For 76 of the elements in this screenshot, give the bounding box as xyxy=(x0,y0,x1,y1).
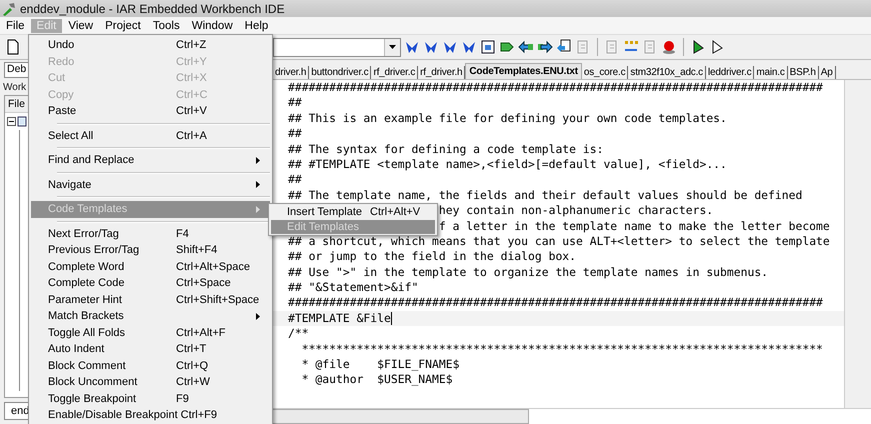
code-line: ## a shortcut, which means that you can use ALT+<letter> to select the template xyxy=(288,234,830,248)
submenu-arrow-icon xyxy=(256,181,260,188)
file-tab[interactable]: BSP.h xyxy=(788,66,819,79)
menu-item[interactable]: Undo Ctrl+Z xyxy=(31,37,270,54)
left-arrow-icon[interactable] xyxy=(518,39,534,55)
submenu-arrow-icon xyxy=(256,206,260,213)
file-tab[interactable]: stm32f10x_adc.c xyxy=(628,66,706,79)
code-line: ## xyxy=(288,95,302,110)
code-line: ## xyxy=(288,126,302,140)
new-file-icon[interactable] xyxy=(6,39,20,55)
code-line: ## or jump to the field in the dialog box. xyxy=(288,249,576,264)
code-line: ## The syntax for defining a code template is: xyxy=(288,142,604,156)
window-icon[interactable] xyxy=(480,39,496,55)
file-tab[interactable]: leddriver.c xyxy=(706,66,754,79)
project-icon xyxy=(17,116,27,127)
file-tab[interactable]: os_core.c xyxy=(582,66,628,79)
file-tab[interactable]: Ap xyxy=(818,66,836,79)
menu-item[interactable]: Auto Indent Ctrl+T xyxy=(31,341,270,358)
bookmark-icon[interactable] xyxy=(442,39,458,55)
menu-item[interactable]: Find and Replace xyxy=(31,152,270,168)
menu-item[interactable]: Match Brackets xyxy=(31,308,270,324)
code-line: /** xyxy=(288,326,309,340)
window-title: enddev_module - IAR Embedded Workbench IDE xyxy=(20,2,285,16)
submenu-arrow-icon xyxy=(256,156,260,164)
menu-item[interactable]: Toggle All Folds Ctrl+Alt+F xyxy=(31,324,270,341)
menu-item[interactable]: Insert Template Ctrl+Alt+V xyxy=(271,205,435,220)
bookmark-icon[interactable] xyxy=(404,39,420,55)
menu-item[interactable]: Paste Ctrl+V xyxy=(31,103,270,120)
code-line: f a letter in the template name to make the letter become xyxy=(438,218,830,233)
code-line: * @author $USER_NAME$ xyxy=(300,372,453,386)
submenu-arrow-icon xyxy=(256,312,260,320)
code-line: ############################################################################## xyxy=(288,80,823,94)
code-line: **************************************************************************** xyxy=(300,342,823,356)
code-line: ## xyxy=(288,172,302,186)
bookmark-icon[interactable] xyxy=(461,39,477,55)
menu-item[interactable]: View xyxy=(62,18,100,32)
menu-item[interactable]: File xyxy=(0,18,31,32)
menu-item[interactable]: Tools xyxy=(146,18,186,32)
code-line: ## #TEMPLATE <template name>,<field>[=default value], <field>... xyxy=(288,156,727,171)
workspace-title: Work xyxy=(2,82,24,93)
file-tab[interactable]: rf_driver.h xyxy=(418,66,466,79)
menu-item[interactable]: Previous Error/Tag Shift+F4 xyxy=(31,242,270,258)
code-line: ## This is an example file for defining your own code templates. xyxy=(288,110,727,125)
menu-item[interactable]: Help xyxy=(238,18,274,32)
file-tab[interactable]: CodeTemplates.ENU.txt xyxy=(465,63,582,79)
menu-item[interactable]: Project xyxy=(99,18,147,32)
menu-item[interactable]: Block Comment Ctrl+Q xyxy=(31,358,270,374)
file-tab[interactable]: main.c xyxy=(754,66,788,79)
menu-item[interactable]: Toggle Breakpoint F9 xyxy=(31,390,270,407)
search-combo[interactable] xyxy=(273,38,401,56)
menu-item[interactable]: Navigate xyxy=(31,176,270,193)
column-header: File xyxy=(5,96,29,113)
menu-item[interactable]: Select All Ctrl+A xyxy=(31,128,270,144)
menu-item[interactable]: Complete Word Ctrl+Alt+Space xyxy=(31,258,270,275)
collapse-icon[interactable] xyxy=(7,117,16,126)
menu-item[interactable]: Next Error/Tag F4 xyxy=(31,226,270,242)
code-line: ############################################################################## xyxy=(288,295,823,310)
menu-item[interactable]: Block Uncomment Ctrl+W xyxy=(31,374,270,390)
code-line: ## The template name, the fields and their default values should be defined xyxy=(288,188,802,202)
right-arrow-icon[interactable] xyxy=(537,39,553,55)
bookmark-icon[interactable] xyxy=(423,39,439,55)
file-tab[interactable]: buttondriver.c xyxy=(309,66,372,79)
code-line: hey contain non-alphanumeric characters. xyxy=(438,203,714,218)
menu-item[interactable]: Parameter Hint Ctrl+Shift+Space xyxy=(31,292,270,308)
code-line: #TEMPLATE &File xyxy=(288,310,392,325)
tools-icon xyxy=(2,2,16,16)
breakpoint-icon[interactable] xyxy=(661,39,677,55)
code-line: * @file $FILE_FNAME$ xyxy=(300,357,460,372)
menu-item[interactable]: Window xyxy=(186,18,239,32)
file-tab[interactable]: driver.h xyxy=(273,66,310,79)
menu-item[interactable]: Enable/Disable Breakpoint Ctrl+F9 xyxy=(31,407,270,424)
dropdown-arrow-icon xyxy=(389,45,396,49)
file-tab[interactable]: rf_driver.c xyxy=(371,66,418,79)
menu-item[interactable]: Complete Code Ctrl+Space xyxy=(31,275,270,292)
code-line: ## Use ">" in the template to organize the template names in submenus. xyxy=(288,264,768,279)
code-line: ## "&Statement>&if" xyxy=(288,280,418,294)
